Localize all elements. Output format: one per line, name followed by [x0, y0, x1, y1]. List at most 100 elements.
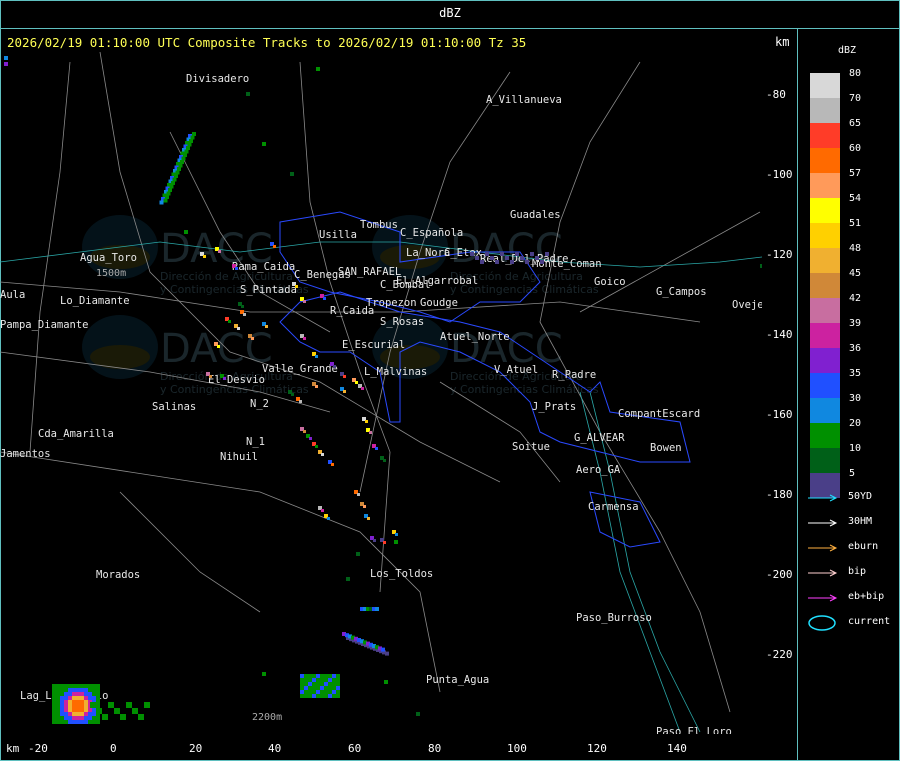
echo-pixel	[68, 720, 72, 724]
echo-pixel	[290, 172, 294, 176]
echo-pixel	[92, 692, 96, 696]
echo-pixel	[336, 674, 340, 678]
place-label: G_Campos	[656, 286, 707, 298]
echo-pixel	[84, 688, 88, 692]
echo-pixel	[4, 62, 8, 66]
x-tick-label: 20	[189, 742, 203, 755]
place-label: Paso_Burroso	[576, 612, 652, 624]
legend-value: 39	[849, 318, 862, 329]
echo-pixel	[96, 700, 100, 704]
echo-pixel	[56, 696, 60, 700]
echo-pixel	[373, 539, 376, 542]
legend-value: 70	[849, 93, 862, 104]
echo-pixel	[64, 692, 68, 696]
place-label: El_Desvio	[208, 374, 265, 386]
legend-value: 5	[849, 468, 856, 479]
echo-pixel	[76, 700, 80, 704]
place-label: Rama_Caida	[232, 261, 295, 273]
echo-pixel	[177, 167, 181, 171]
echo-pixel	[56, 720, 60, 724]
echo-pixel	[300, 674, 304, 678]
place-label: G_ALVEAR	[574, 432, 625, 444]
place-label: V_Atuel	[494, 364, 538, 376]
legend-value: 48	[849, 243, 862, 254]
echo-pixel	[300, 694, 304, 698]
legend-swatch	[810, 348, 840, 373]
echo-pixel	[320, 682, 324, 686]
echo-pixel	[4, 56, 8, 60]
current-ellipse-icon	[808, 615, 836, 631]
echo-pixel	[384, 680, 388, 684]
echo-pixel	[315, 385, 318, 388]
echo-pixel	[64, 704, 68, 708]
echo-pixel	[52, 708, 56, 712]
legend-value: 10	[849, 443, 862, 454]
y-tick-label: -180	[766, 488, 793, 501]
echo-pixel	[332, 678, 336, 682]
echo-pixel	[68, 684, 72, 688]
echo-pixel	[52, 712, 56, 716]
echo-pixel	[316, 678, 320, 682]
echo-pixel	[308, 678, 312, 682]
echo-pixel	[303, 300, 306, 303]
legend-value: 54	[849, 193, 862, 204]
echo-pixel	[332, 682, 336, 686]
echo-pixel	[336, 690, 340, 694]
echo-pixel	[312, 694, 316, 698]
echo-pixel	[299, 400, 302, 403]
echo-pixel	[228, 320, 231, 323]
echo-pixel	[303, 337, 306, 340]
y-unit-label: km	[775, 35, 790, 49]
echo-pixel	[84, 692, 88, 696]
echo-pixel	[68, 708, 72, 712]
echo-pixel	[72, 712, 76, 716]
echo-pixel	[52, 688, 56, 692]
place-label: R_Padre	[552, 369, 596, 381]
echo-pixel	[76, 704, 80, 708]
echo-pixel	[174, 174, 178, 178]
echo-pixel	[120, 714, 126, 720]
echo-pixel	[72, 720, 76, 724]
map-title: 2026/02/19 01:10:00 UTC Composite Tracks…	[7, 35, 527, 50]
radar-map[interactable]: DACCDirección de Agriculturay Contingenc…	[0, 52, 762, 734]
x-tick-label: 140	[667, 742, 687, 755]
legend-swatch	[810, 373, 840, 398]
echo-pixel	[320, 686, 324, 690]
echo-pixel	[316, 67, 320, 71]
echo-pixel	[52, 692, 56, 696]
units-header: dBZ	[439, 6, 461, 20]
echo-pixel	[181, 156, 186, 161]
echo-pixel	[346, 577, 350, 581]
echo-pixel	[336, 682, 340, 686]
echo-pixel	[304, 682, 308, 686]
echo-pixel	[126, 702, 132, 708]
echo-pixel	[84, 720, 88, 724]
echo-pixel	[68, 692, 72, 696]
echo-pixel	[80, 688, 84, 692]
place-label: Los_Toldos	[370, 568, 433, 580]
echo-pixel	[88, 708, 92, 712]
echo-pixel	[312, 682, 316, 686]
echo-pixel	[251, 337, 254, 340]
y-tick-label: -100	[766, 168, 793, 181]
place-label: Aula	[0, 289, 25, 301]
echo-pixel	[223, 377, 226, 380]
echo-pixel	[80, 684, 84, 688]
echo-pixel	[545, 252, 549, 256]
place-label: Pampa_Diamante	[0, 319, 89, 331]
echo-pixel	[323, 297, 326, 300]
echo-pixel	[375, 607, 379, 611]
echo-pixel	[332, 686, 336, 690]
echo-pixel	[68, 700, 72, 704]
elevation-label: 1500m	[96, 268, 126, 279]
echo-pixel	[64, 684, 68, 688]
x-unit-label: km	[6, 742, 20, 755]
echo-pixel	[273, 245, 276, 248]
legend-swatch	[810, 198, 840, 223]
echo-pixel	[328, 686, 332, 690]
echo-pixel	[304, 686, 308, 690]
echo-pixel	[265, 325, 268, 328]
x-tick-label: -20	[28, 742, 48, 755]
place-label: Carmensa	[588, 501, 639, 513]
legend-value: 45	[849, 268, 862, 279]
